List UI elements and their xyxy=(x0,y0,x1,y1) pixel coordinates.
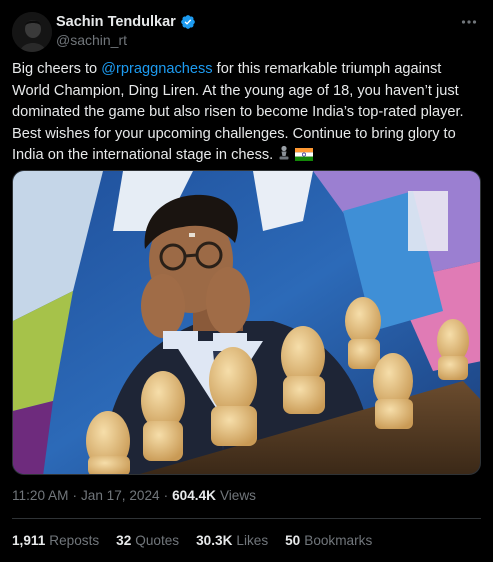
reposts-count: 1,911 xyxy=(12,533,46,548)
quotes-label: Quotes xyxy=(135,533,180,548)
likes-label: Likes xyxy=(236,533,269,548)
reposts-stat[interactable]: 1,911 Reposts xyxy=(12,533,99,548)
tweet-date[interactable]: Jan 17, 2024 xyxy=(81,488,160,503)
tweet-photo[interactable] xyxy=(12,170,481,475)
tweet-time[interactable]: 11:20 AM xyxy=(12,488,68,503)
divider xyxy=(12,518,481,519)
views-label: Views xyxy=(219,488,256,503)
more-options-button[interactable] xyxy=(459,12,479,32)
avatar[interactable] xyxy=(12,12,52,52)
views-count: 604.4K xyxy=(172,488,216,503)
bookmarks-label: Bookmarks xyxy=(304,533,373,548)
tweet-meta: 11:20 AM · Jan 17, 2024 · 604.4K Views xyxy=(12,488,256,503)
author-block: Sachin Tendulkar @sachin_rt xyxy=(56,12,196,48)
tweet-text: Big cheers to @rpraggnachess for this re… xyxy=(12,59,480,167)
tweet-text-part: Big cheers to xyxy=(12,61,102,77)
author-handle[interactable]: @sachin_rt xyxy=(56,32,196,48)
reposts-label: Reposts xyxy=(49,533,100,548)
verified-badge-icon xyxy=(180,14,195,29)
more-dots-icon xyxy=(461,20,477,24)
mention-link[interactable]: @rpraggnachess xyxy=(101,61,212,77)
likes-stat[interactable]: 30.3K Likes xyxy=(196,533,268,548)
bookmarks-count: 50 xyxy=(285,533,301,548)
likes-count: 30.3K xyxy=(196,533,233,548)
author-display-name[interactable]: Sachin Tendulkar xyxy=(56,14,176,30)
meta-separator: · xyxy=(72,488,77,503)
chess-player-photo xyxy=(13,171,480,474)
engagement-stats: 1,911 Reposts 32 Quotes 30.3K Likes 50 Bookm… xyxy=(12,533,372,548)
india-flag-icon xyxy=(295,148,314,161)
quotes-stat[interactable]: 32 Quotes xyxy=(116,533,179,548)
quotes-count: 32 xyxy=(116,533,132,548)
chess-pawn-icon xyxy=(279,145,289,160)
bookmarks-stat[interactable]: 50 Bookmarks xyxy=(285,533,372,548)
meta-separator: · xyxy=(163,488,169,503)
